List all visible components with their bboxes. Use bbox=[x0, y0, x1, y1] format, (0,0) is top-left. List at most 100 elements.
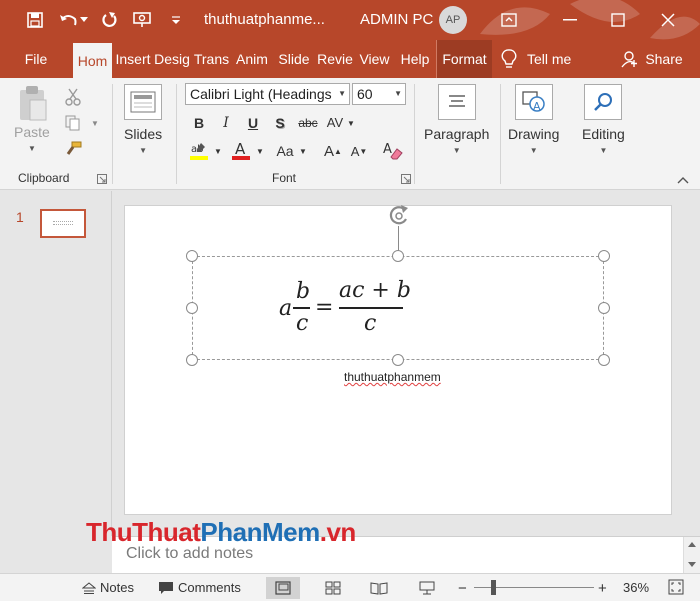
resize-handle-top[interactable] bbox=[392, 250, 404, 262]
share-label: Share bbox=[645, 51, 683, 67]
tab-review[interactable]: Revie bbox=[315, 40, 355, 78]
clear-formatting-icon[interactable]: A bbox=[382, 140, 404, 162]
normal-view-button[interactable] bbox=[266, 577, 300, 599]
tab-transitions[interactable]: Trans bbox=[192, 40, 231, 78]
underline-button[interactable]: U bbox=[242, 112, 264, 134]
avatar[interactable]: AP bbox=[439, 6, 467, 34]
highlight-dropdown-icon[interactable]: ▼ bbox=[212, 140, 224, 162]
clipboard-icon bbox=[19, 86, 47, 121]
resize-handle-right[interactable] bbox=[598, 302, 610, 314]
save-icon[interactable] bbox=[24, 9, 46, 31]
ribbon-display-options-icon[interactable] bbox=[498, 9, 520, 31]
shapes-icon: A bbox=[514, 84, 553, 120]
separator bbox=[112, 84, 113, 184]
maximize-icon[interactable] bbox=[607, 9, 629, 31]
close-icon[interactable] bbox=[657, 9, 679, 31]
slide-caption-text[interactable]: thuthuatphanmem bbox=[344, 370, 441, 384]
tab-home[interactable]: Hom bbox=[73, 43, 112, 78]
slides-button[interactable]: Slides ▼ bbox=[124, 84, 162, 155]
drawing-button[interactable]: A Drawing ▼ bbox=[508, 84, 559, 155]
resize-handle-left[interactable] bbox=[186, 302, 198, 314]
copy-dropdown-icon[interactable]: ▼ bbox=[84, 112, 106, 134]
tell-me-search[interactable]: Tell me bbox=[501, 40, 591, 78]
decrease-font-label: A bbox=[350, 143, 360, 159]
resize-handle-top-right[interactable] bbox=[598, 250, 610, 262]
paragraph-dropdown-icon: ▼ bbox=[452, 146, 461, 155]
cut-icon[interactable] bbox=[62, 86, 84, 108]
paste-button[interactable]: Paste ▼ bbox=[14, 84, 50, 153]
new-slide-icon bbox=[124, 84, 163, 120]
change-case-button[interactable]: Aa bbox=[272, 140, 298, 162]
equation-numerator-2: ac + b bbox=[339, 278, 411, 303]
decrease-font-size-button[interactable]: A ▼ bbox=[348, 140, 370, 162]
character-spacing-button[interactable]: AV bbox=[324, 111, 346, 133]
notes-toggle-button[interactable]: Notes bbox=[82, 580, 134, 595]
rotate-handle-icon[interactable] bbox=[386, 203, 412, 229]
scroll-down-icon[interactable] bbox=[688, 562, 696, 568]
collapse-ribbon-icon[interactable] bbox=[677, 176, 689, 184]
tab-design[interactable]: Desig bbox=[153, 40, 191, 78]
share-button[interactable]: Share bbox=[614, 40, 690, 78]
format-painter-icon[interactable] bbox=[62, 138, 84, 160]
highlight-color-icon[interactable]: ab bbox=[188, 140, 210, 162]
notes-scrollbar[interactable] bbox=[683, 537, 700, 573]
undo-dropdown-icon[interactable] bbox=[78, 9, 90, 31]
minimize-icon[interactable] bbox=[559, 9, 581, 31]
tab-animations[interactable]: Anim bbox=[232, 40, 272, 78]
increase-font-size-button[interactable]: A ▲ bbox=[322, 140, 344, 162]
strikethrough-button[interactable]: abc bbox=[294, 112, 322, 134]
thumbnail-equation-preview bbox=[53, 221, 73, 225]
font-launcher-icon[interactable] bbox=[401, 174, 411, 184]
tab-help[interactable]: Help bbox=[395, 40, 435, 78]
slideshow-icon bbox=[419, 581, 435, 595]
editing-dropdown-icon: ▼ bbox=[599, 146, 608, 155]
tab-file[interactable]: File bbox=[14, 40, 58, 78]
font-family-select[interactable]: Calibri Light (Headings ▼ bbox=[185, 83, 350, 105]
tab-slideshow[interactable]: Slide bbox=[274, 40, 314, 78]
present-from-start-icon[interactable] bbox=[132, 9, 154, 31]
customize-toolbar-icon[interactable] bbox=[168, 9, 184, 31]
tab-insert[interactable]: Insert bbox=[113, 40, 153, 78]
paragraph-button[interactable]: Paragraph ▼ bbox=[424, 84, 489, 155]
copy-icon[interactable] bbox=[62, 112, 84, 134]
fit-to-window-button[interactable] bbox=[668, 579, 684, 595]
editing-button[interactable]: Editing ▼ bbox=[582, 84, 625, 155]
character-spacing-dropdown-icon[interactable]: ▼ bbox=[346, 112, 356, 134]
tab-view[interactable]: View bbox=[355, 40, 394, 78]
slide-thumbnail[interactable] bbox=[40, 209, 86, 238]
resize-handle-bottom[interactable] bbox=[392, 354, 404, 366]
redo-icon[interactable] bbox=[98, 9, 120, 31]
watermark-part-2: PhanMem bbox=[200, 517, 320, 547]
slideshow-view-button[interactable] bbox=[410, 577, 444, 599]
text-shadow-button[interactable]: S bbox=[269, 112, 291, 134]
clipboard-launcher-icon[interactable] bbox=[97, 174, 107, 184]
lightbulb-icon bbox=[501, 49, 517, 68]
resize-handle-bottom-left[interactable] bbox=[186, 354, 198, 366]
change-case-dropdown-icon[interactable]: ▼ bbox=[298, 140, 308, 162]
resize-handle-bottom-right[interactable] bbox=[598, 354, 610, 366]
equation-numerator-1: b bbox=[296, 279, 311, 304]
svg-text:A: A bbox=[383, 142, 392, 157]
font-color-dropdown-icon[interactable]: ▼ bbox=[254, 140, 266, 162]
italic-button[interactable]: I bbox=[215, 112, 237, 134]
reading-view-button[interactable] bbox=[362, 577, 396, 599]
resize-handle-top-left[interactable] bbox=[186, 250, 198, 262]
separator bbox=[414, 84, 415, 184]
font-color-icon[interactable]: A bbox=[230, 140, 252, 162]
slide-sorter-view-button[interactable] bbox=[316, 577, 350, 599]
normal-view-icon bbox=[275, 581, 291, 595]
user-name: ADMIN PC bbox=[360, 11, 434, 28]
watermark-part-3: .vn bbox=[319, 517, 357, 547]
zoom-level[interactable]: 36% bbox=[623, 580, 649, 595]
tab-format[interactable]: Format bbox=[436, 40, 492, 78]
scroll-up-icon[interactable] bbox=[688, 541, 696, 547]
zoom-slider-thumb[interactable] bbox=[491, 580, 496, 595]
font-size-select[interactable]: 60 ▼ bbox=[352, 83, 406, 105]
comments-button[interactable]: Comments bbox=[158, 580, 241, 595]
bold-button[interactable]: B bbox=[188, 112, 210, 134]
font-size-dropdown-icon: ▼ bbox=[394, 89, 402, 98]
zoom-in-button[interactable]: + bbox=[598, 580, 607, 597]
undo-icon[interactable] bbox=[58, 9, 80, 31]
separator bbox=[176, 84, 177, 184]
zoom-out-button[interactable]: − bbox=[458, 580, 467, 597]
